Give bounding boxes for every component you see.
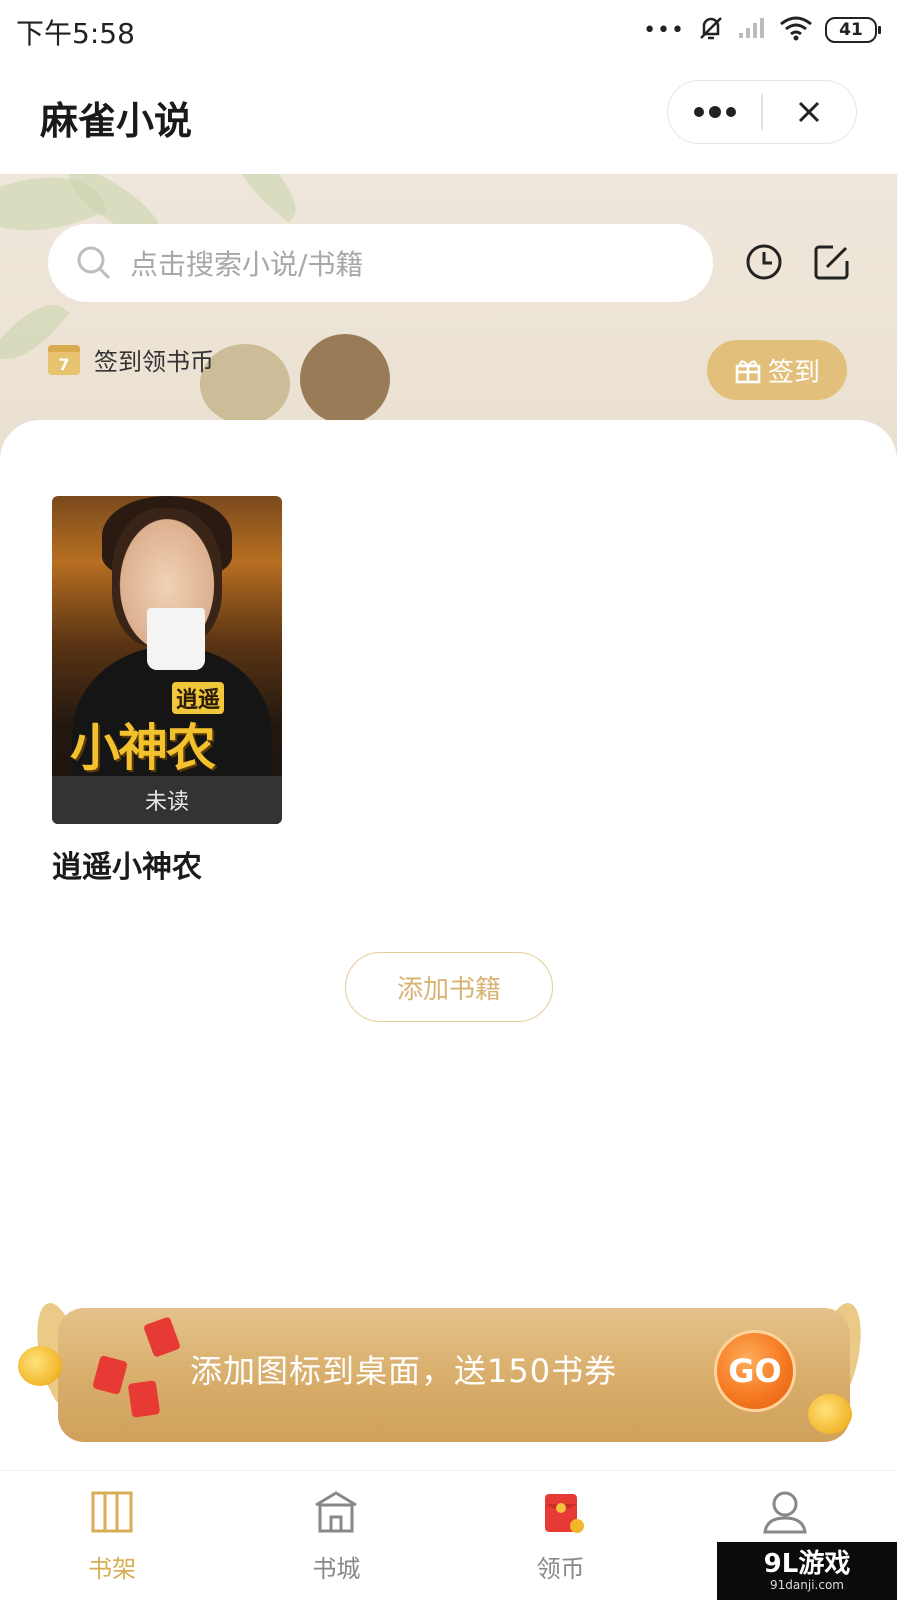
search-input[interactable]: 点击搜索小说/书籍: [48, 224, 713, 302]
tab-label: 书架: [88, 1555, 137, 1583]
coin-icon: [808, 1394, 852, 1434]
go-button[interactable]: GO: [714, 1330, 796, 1412]
tab-label: 书城: [312, 1555, 361, 1583]
watermark-logo: 9L游戏 91danji.com: [717, 1542, 897, 1600]
promo-text: 添加图标到桌面，送150书券: [190, 1352, 618, 1390]
calendar-icon: 7: [48, 344, 80, 375]
red-envelope-icon: [127, 1380, 161, 1418]
tab-coins[interactable]: 领币: [449, 1471, 673, 1600]
add-book-button[interactable]: 添加书籍: [345, 952, 553, 1022]
search-placeholder: 点击搜索小说/书籍: [130, 248, 364, 281]
checkin-entry[interactable]: 7 签到领书币: [48, 342, 214, 377]
more-dots-status-icon: •••: [643, 17, 685, 43]
user-icon: [760, 1487, 810, 1537]
decor-leaf: [219, 174, 311, 223]
red-envelope-icon: [536, 1487, 586, 1537]
watermark-main: 9L游戏: [763, 1549, 851, 1579]
history-button[interactable]: [740, 238, 788, 286]
cover-title-big: 小神农: [70, 718, 216, 777]
search-icon: [77, 246, 111, 280]
book-cover[interactable]: 逍遥 小神农 未读: [52, 496, 282, 824]
edit-icon: [814, 245, 849, 280]
clock-icon: [746, 244, 782, 280]
tab-label: 领币: [536, 1555, 585, 1583]
page-title: 麻雀小说: [40, 99, 193, 143]
book-title[interactable]: 逍遥小神农: [52, 842, 282, 886]
bookshelf-icon: [87, 1487, 137, 1537]
status-bar: 下午5:58 ••• 41: [0, 0, 897, 62]
decor-bird: [300, 334, 390, 424]
mute-icon: [697, 14, 725, 46]
status-time: 下午5:58: [16, 17, 135, 50]
signal-icon: [737, 16, 767, 44]
status-icons: ••• 41: [643, 14, 881, 46]
checkin-button-label: 签到: [767, 357, 820, 388]
tab-bookshelf[interactable]: 书架: [0, 1471, 224, 1600]
coin-icon: [18, 1346, 62, 1386]
read-status-badge: 未读: [52, 776, 282, 824]
add-to-desktop-banner[interactable]: 添加图标到桌面，送150书券 GO: [18, 1299, 879, 1446]
more-button[interactable]: [668, 81, 761, 143]
wifi-icon: [779, 15, 813, 45]
more-dots-icon: [693, 106, 736, 118]
close-button[interactable]: [763, 81, 856, 143]
close-icon: [799, 101, 820, 123]
cover-cup: [147, 608, 205, 670]
gift-icon: [735, 360, 761, 384]
battery-icon: 41: [825, 17, 881, 43]
mini-program-capsule: [667, 80, 857, 144]
watermark-sub: 91danji.com: [770, 1578, 844, 1592]
bookstore-icon: [311, 1487, 361, 1537]
tab-bookstore[interactable]: 书城: [224, 1471, 448, 1600]
edit-button[interactable]: [808, 238, 856, 286]
title-bar: 麻雀小说: [0, 62, 897, 174]
book-card[interactable]: 逍遥 小神农 未读 逍遥小神农: [52, 496, 282, 886]
checkin-button[interactable]: 签到: [707, 340, 847, 400]
checkin-label: 签到领书币: [94, 348, 214, 376]
